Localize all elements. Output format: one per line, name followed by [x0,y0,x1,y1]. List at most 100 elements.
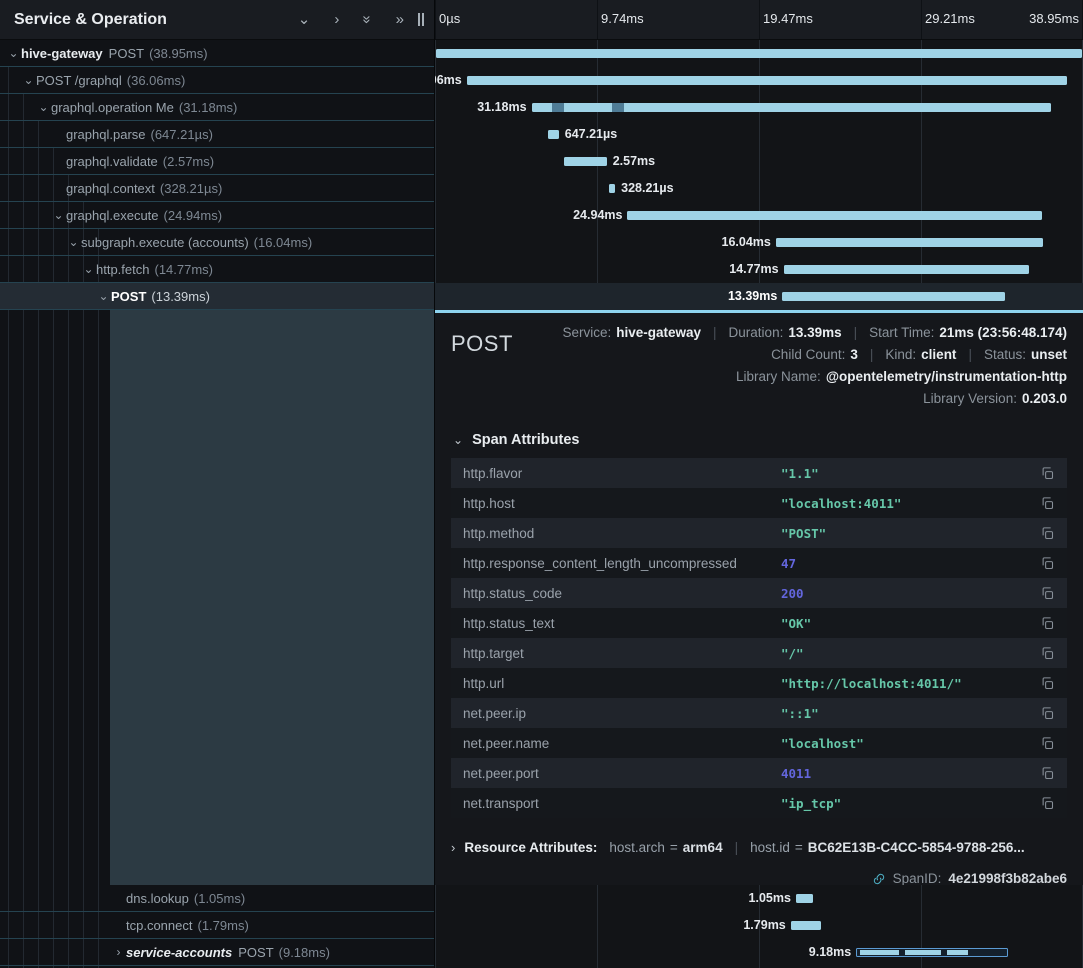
tree-row[interactable]: graphql.context(328.21µs) [0,175,434,202]
expander-icon[interactable]: ⌄ [81,262,96,276]
copy-icon[interactable] [1038,614,1057,633]
span-title: POST [451,331,513,357]
span-duration: (38.95ms) [149,46,208,61]
meta-line: Child Count:3|Kind:client|Status:unset [771,347,1067,362]
span-bar[interactable] [784,265,1030,274]
attribute-row: http.flavor"1.1" [451,458,1067,488]
operation-name: graphql.parse [66,127,146,142]
span-bar[interactable] [776,238,1043,247]
tree-row[interactable]: ⌄graphql.execute(24.94ms) [0,202,434,229]
copy-icon[interactable] [1038,524,1057,543]
meta-separator: | [713,325,717,340]
duration-label: 13.39ms [728,289,777,303]
copy-icon[interactable] [1038,704,1057,723]
resource-value: BC62E13B-C4CC-5854-9788-256... [808,840,1025,855]
operation-name: subgraph.execute (accounts) [81,235,249,250]
tree-row[interactable]: ⌄subgraph.execute (accounts) (16.04ms) [0,229,434,256]
attribute-key: http.host [463,496,781,511]
meta-value: @opentelemetry/instrumentation-http [826,369,1067,384]
attribute-key: net.transport [463,796,781,811]
copy-icon[interactable] [1038,764,1057,783]
span-attributes-toggle[interactable]: ⌄ Span Attributes [453,432,1067,448]
chevron-right-icon[interactable]: › [334,12,339,27]
timeline-row: 9.18ms [435,939,1083,966]
resource-key: host.arch [609,840,665,855]
meta-separator: | [870,347,874,362]
copy-icon[interactable] [1038,674,1057,693]
tree-row[interactable]: ›service-accountsPOST(9.18ms) [0,939,434,966]
tree-row[interactable]: tcp.connect(1.79ms) [0,912,434,939]
timeline-row: 647.21µs [435,121,1083,148]
operation-name: tcp.connect [126,918,193,933]
timeline-ruler: 0µs9.74ms19.47ms29.21ms38.95ms [435,0,1083,40]
chevron-down-icon[interactable]: ⌄ [298,12,311,27]
tree-row[interactable]: ⌄hive-gatewayPOST(38.95ms) [0,40,434,67]
expander-icon[interactable]: ⌄ [51,208,66,222]
span-bar[interactable] [564,157,607,166]
span-bar[interactable] [436,49,1081,58]
span-bar[interactable] [627,211,1042,220]
timeline-gridline [435,0,436,39]
span-duration: (14.77ms) [154,262,213,277]
attribute-row: http.url"http://localhost:4011/" [451,668,1067,698]
span-bar[interactable] [796,894,813,903]
link-icon [872,872,886,886]
expander-icon[interactable]: ⌄ [66,235,81,249]
operation-name: graphql.validate [66,154,158,169]
tree-row[interactable]: ⌄graphql.operation Me(31.18ms) [0,94,434,121]
bar-segment [552,103,563,112]
span-bar[interactable] [856,948,1008,957]
span-bar[interactable] [532,103,1052,112]
attribute-value: "http://localhost:4011/" [781,676,962,691]
meta-value: 3 [850,347,858,362]
attribute-row: net.peer.port4011 [451,758,1067,788]
chevron-right-icon: › [451,840,455,855]
operation-name: dns.lookup [126,891,189,906]
meta-label: Child Count: [771,347,845,362]
attribute-value: 200 [781,586,804,601]
indent-guide [83,202,84,968]
span-bar[interactable] [791,921,821,930]
expander-icon[interactable]: › [111,945,126,959]
copy-icon[interactable] [1038,464,1057,483]
span-bar[interactable] [609,184,615,193]
panel-title: Service & Operation [14,11,167,29]
span-bar[interactable] [782,292,1005,301]
tree-row[interactable]: dns.lookup(1.05ms) [0,885,434,912]
attribute-row: net.transport"ip_tcp" [451,788,1067,818]
copy-icon[interactable] [1038,584,1057,603]
operation-name: graphql.context [66,181,155,196]
tree-row[interactable]: ⌄POST /graphql(36.06ms) [0,67,434,94]
attribute-key: http.method [463,526,781,541]
timeline-gridline [597,0,598,39]
tree-row[interactable]: ⌄POST(13.39ms) [0,283,434,310]
operation-name: POST /graphql [36,73,122,88]
panel-resize-handle[interactable] [418,13,424,26]
double-chevron-right-icon[interactable]: » [396,12,404,27]
duration-label: 24.94ms [573,208,622,222]
span-duration: (16.04ms) [254,235,313,250]
expander-icon[interactable]: ⌄ [6,46,21,60]
expander-icon[interactable]: ⌄ [36,100,51,114]
expander-icon[interactable]: ⌄ [96,289,111,303]
resource-attributes-toggle[interactable]: › Resource Attributes: host.arch=arm64|h… [451,840,1067,855]
resource-key: host.id [750,840,790,855]
tree-row[interactable]: graphql.validate(2.57ms) [0,148,434,175]
meta-value: client [921,347,956,362]
tree-row[interactable]: ⌄http.fetch(14.77ms) [0,256,434,283]
span-bar[interactable] [548,130,559,139]
tree-row[interactable]: graphql.parse(647.21µs) [0,121,434,148]
copy-icon[interactable] [1038,734,1057,753]
header-icon-group: ⌄ › » » [298,12,404,27]
operation-name: POST [111,289,146,304]
copy-icon[interactable] [1038,644,1057,663]
attribute-key: http.response_content_length_uncompresse… [463,556,781,571]
duration-label: 9.18ms [809,945,851,959]
span-id-label: SpanID: [893,871,942,885]
span-bar[interactable] [467,76,1067,85]
copy-icon[interactable] [1038,554,1057,573]
expander-icon[interactable]: ⌄ [21,73,36,87]
double-chevron-down-icon[interactable]: » [360,15,375,23]
copy-icon[interactable] [1038,794,1057,813]
copy-icon[interactable] [1038,494,1057,513]
